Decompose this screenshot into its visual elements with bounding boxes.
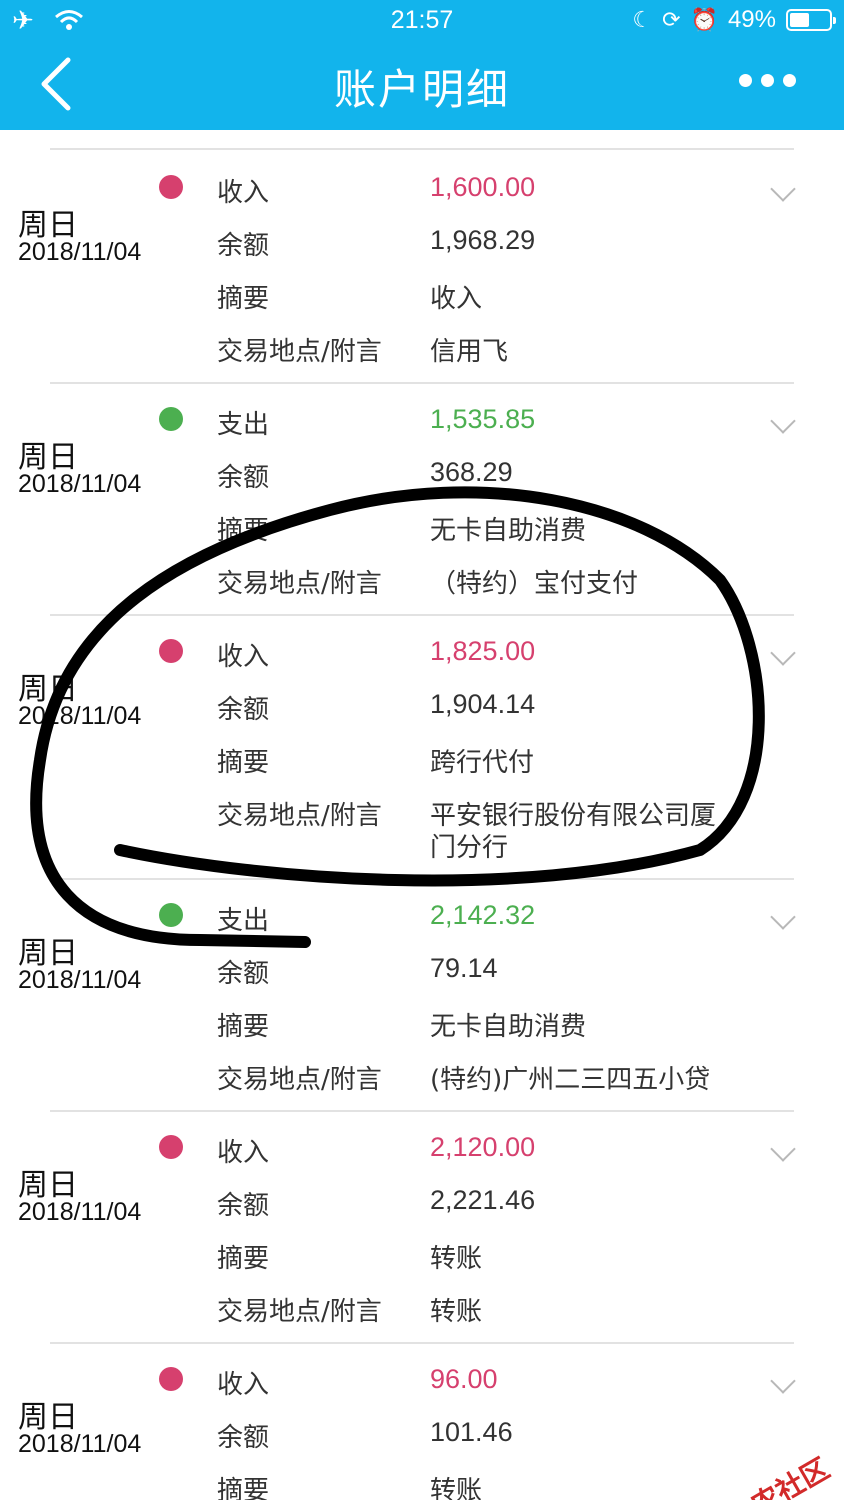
transaction-amount: 1,600.00 — [430, 172, 536, 202]
income-dot-icon — [159, 639, 183, 663]
row-label: 摘要 — [217, 1244, 270, 1274]
row-value-continued: 门分行 — [430, 833, 509, 863]
transaction-amount: 96.00 — [430, 1364, 498, 1394]
row-value: 信用飞 — [430, 337, 509, 367]
entry-date: 2018/11/04 — [18, 966, 142, 994]
chevron-down-icon[interactable] — [770, 904, 796, 930]
transaction-amount: 1,825.00 — [430, 636, 536, 666]
row-label: 摘要 — [217, 1012, 270, 1042]
chevron-down-icon[interactable] — [770, 640, 796, 666]
transaction-entry[interactable]: 周日 2018/11/04 支出 2,142.32 余额 79.14 摘要 无卡自助消费 交易地… — [0, 878, 844, 1112]
status-bar: ✈ 21:57 ☾ ⟳ ⏰ 49% — [0, 0, 844, 42]
income-dot-icon — [159, 1135, 183, 1159]
page-title: 账户明细 — [333, 65, 510, 114]
transaction-entry[interactable]: 周日 2018/11/04 收入 1,600.00 余额 1,968.29 摘要 收入 交易地点… — [0, 150, 844, 384]
row-label: 收入 — [217, 1138, 270, 1168]
entry-date: 2018/11/04 — [18, 470, 142, 498]
row-label: 收入 — [217, 1370, 270, 1400]
row-label: 摘要 — [217, 748, 270, 778]
more-dot — [783, 74, 796, 87]
row-label: 交易地点/附言 — [217, 801, 382, 831]
status-right: ☾ ⟳ ⏰ 49% — [632, 6, 836, 34]
alarm-icon: ⏰ — [690, 7, 718, 32]
row-value: 无卡自助消费 — [430, 516, 587, 546]
row-label: 余额 — [217, 959, 270, 989]
rotation-lock-icon: ⟳ — [662, 7, 681, 32]
chevron-down-icon[interactable] — [770, 176, 796, 202]
row-value: 转账 — [430, 1297, 483, 1327]
row-label: 余额 — [217, 1423, 270, 1453]
transaction-entry[interactable]: 周日 2018/11/04 收入 1,825.00 余额 1,904.14 摘要 跨行代付 交易… — [0, 614, 844, 880]
row-label: 摘要 — [217, 284, 270, 314]
transaction-amount: 2,142.32 — [430, 900, 536, 930]
transaction-entry[interactable]: 周日 2018/11/04 收入 96.00 余额 101.46 摘要 转账 — [0, 1342, 844, 1500]
transaction-entry[interactable]: 周日 2018/11/04 收入 2,120.00 余额 2,221.46 摘要 转账 交易地点… — [0, 1110, 844, 1344]
row-label: 支出 — [217, 906, 270, 936]
transaction-list[interactable]: 周日 2018/11/04 收入 1,600.00 余额 1,968.29 摘要 收入 交易地点… — [0, 130, 844, 1500]
chevron-down-icon[interactable] — [770, 1368, 796, 1394]
row-label: 余额 — [217, 695, 270, 725]
row-label: 摘要 — [217, 1476, 270, 1500]
row-label: 余额 — [217, 1191, 270, 1221]
transaction-amount: 1,535.85 — [430, 404, 536, 434]
income-dot-icon — [159, 175, 183, 199]
transaction-amount: 2,120.00 — [430, 1132, 536, 1162]
row-label: 收入 — [217, 642, 270, 672]
entry-date: 2018/11/04 — [18, 238, 142, 266]
row-value: 79.14 — [430, 953, 498, 983]
battery-fill — [790, 13, 809, 27]
entry-date: 2018/11/04 — [18, 1430, 142, 1458]
entry-date: 2018/11/04 — [18, 702, 142, 730]
row-value: 转账 — [430, 1244, 483, 1274]
row-value: 跨行代付 — [430, 748, 535, 778]
more-dot — [761, 74, 774, 87]
row-label: 收入 — [217, 178, 270, 208]
row-label: 支出 — [217, 410, 270, 440]
row-label: 余额 — [217, 231, 270, 261]
battery-percent: 49% — [727, 6, 776, 33]
row-value: 368.29 — [430, 457, 513, 487]
expense-dot-icon — [159, 407, 183, 431]
row-value: (特约)广州二三四五小贷 — [430, 1065, 711, 1095]
row-label: 交易地点/附言 — [217, 1297, 382, 1327]
row-value: 1,904.14 — [430, 689, 536, 719]
row-label: 交易地点/附言 — [217, 337, 382, 367]
expense-dot-icon — [159, 903, 183, 927]
moon-icon: ☾ — [632, 7, 653, 32]
transaction-entry[interactable]: 周日 2018/11/04 支出 1,535.85 余额 368.29 摘要 无卡自助消费 交易… — [0, 382, 844, 616]
row-value: 转账 — [430, 1476, 483, 1500]
income-dot-icon — [159, 1367, 183, 1391]
entry-date: 2018/11/04 — [18, 1198, 142, 1226]
chevron-down-icon[interactable] — [770, 408, 796, 434]
row-value: 收入 — [430, 284, 483, 314]
more-button[interactable] — [739, 74, 796, 87]
more-dot — [739, 74, 752, 87]
row-value: （特约）宝付支付 — [430, 569, 639, 599]
row-label: 交易地点/附言 — [217, 569, 382, 599]
nav-bar: 账户明细 — [0, 42, 844, 130]
row-label: 摘要 — [217, 516, 270, 546]
chevron-down-icon[interactable] — [770, 1136, 796, 1162]
row-value: 1,968.29 — [430, 225, 536, 255]
row-value: 2,221.46 — [430, 1185, 536, 1215]
battery-tip — [833, 17, 836, 24]
row-value: 101.46 — [430, 1417, 513, 1447]
battery-icon — [786, 9, 836, 31]
row-value: 无卡自助消费 — [430, 1012, 587, 1042]
row-label: 余额 — [217, 463, 270, 493]
row-label: 交易地点/附言 — [217, 1065, 382, 1095]
